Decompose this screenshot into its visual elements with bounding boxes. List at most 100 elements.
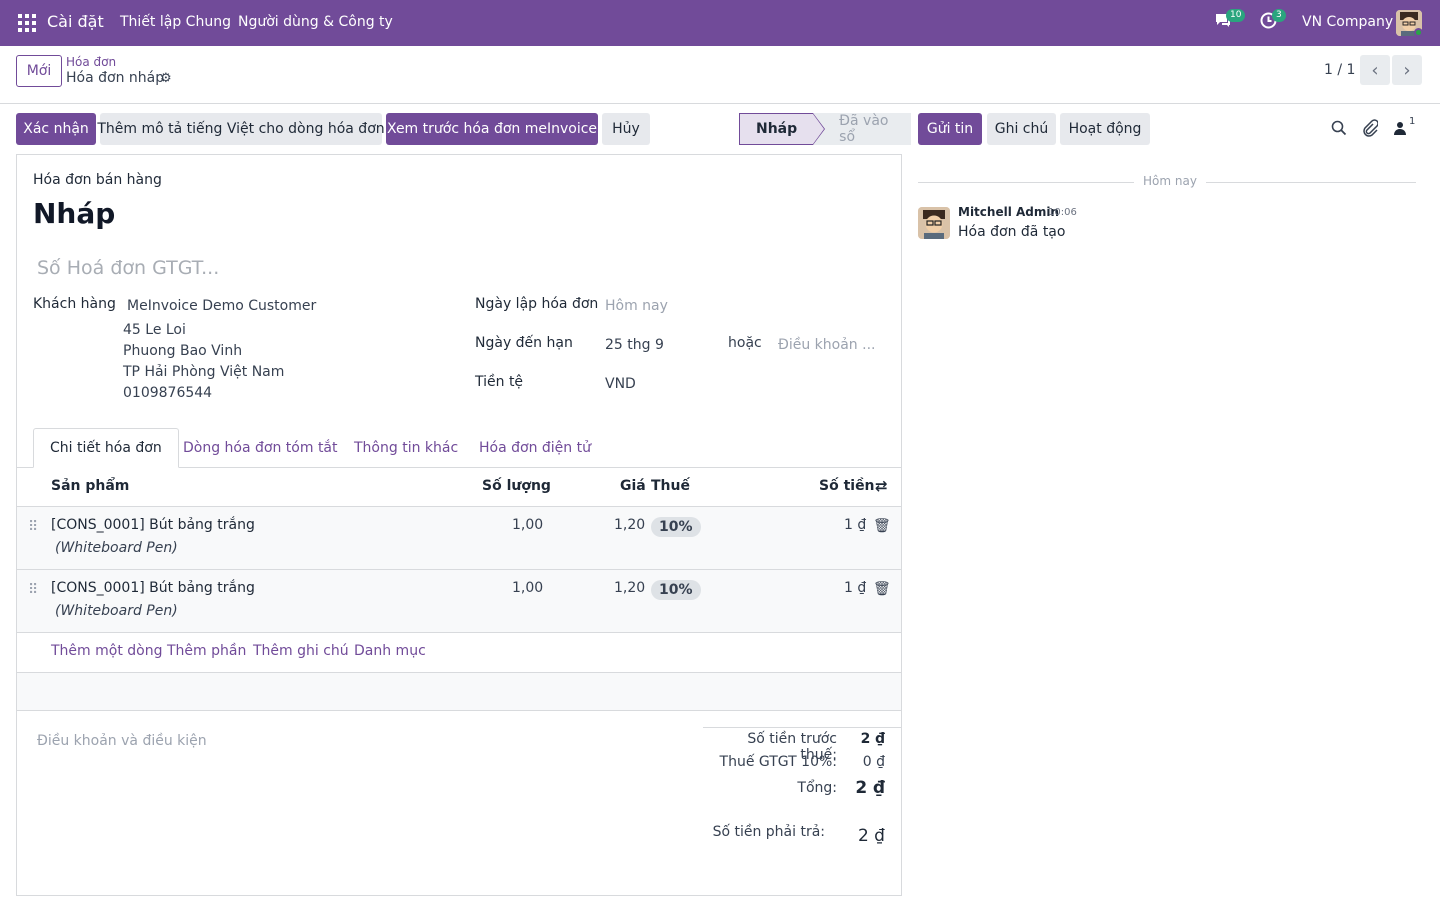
followers-count: 1 [1409,116,1416,127]
pager-next-button[interactable]: › [1392,55,1422,85]
menu-general-settings[interactable]: Thiết lập Chung [120,14,231,30]
notebook-tabs: Chi tiết hóa đơn Dòng hóa đơn tóm tắt Th… [17,428,901,468]
empty-row [17,673,901,711]
table-row[interactable]: ⠿ [CONS_0001] Bút bảng trắng (Whiteboard… [17,507,901,570]
amount-due-value: 2 ₫ [857,826,885,846]
message-body: Hóa đơn đã tạo [958,224,1066,240]
apps-menu-icon[interactable] [18,14,36,32]
totals-divider [703,727,901,728]
add-line-link[interactable]: Thêm một dòng [51,643,162,659]
activities-count-badge: 3 [1272,9,1286,22]
message-time: 10:06 [1048,207,1077,218]
invoice-date-input[interactable]: Hôm nay [605,298,668,314]
breadcrumb-parent[interactable]: Hóa đơn [66,55,116,69]
send-message-button[interactable]: Gửi tin [918,113,982,145]
drag-handle-icon[interactable]: ⠿ [28,582,38,598]
col-product[interactable]: Sản phẩm [51,478,129,494]
line-tax-badge[interactable]: 10% [651,580,701,600]
control-panel: Mới Hóa đơn Hóa đơn nháp ⚙ 1 / 1 ‹ › [0,46,1440,104]
document-type: Hóa đơn bán hàng [33,172,162,188]
company-switcher[interactable]: VN Company [1302,14,1393,30]
line-product[interactable]: [CONS_0001] Bút bảng trắng [51,517,255,533]
cancel-button[interactable]: Hủy [602,113,650,145]
status-bar: Nháp Đã vào sổ [739,113,912,145]
pager-value[interactable]: 1 / 1 [1324,62,1355,78]
table-row[interactable]: ⠿ [CONS_0001] Bút bảng trắng (Whiteboard… [17,570,901,633]
top-navbar: Cài đặt Thiết lập Chung Người dùng & Côn… [0,0,1440,46]
invoice-form-sheet: Hóa đơn bán hàng Nháp Số Hoá đơn GTGT...… [16,154,902,896]
preview-meinvoice-button[interactable]: Xem trước hóa đơn meInvoice [386,113,598,145]
catalog-link[interactable]: Danh mục [354,643,426,659]
gear-icon[interactable]: ⚙ [160,71,172,86]
vat-value: 0 ₫ [862,754,885,770]
line-amount: 1 ₫ [844,580,867,596]
customer-address-line2: Phuong Bao Vinh [123,343,243,359]
online-status-dot [1414,28,1423,37]
message-author-avatar[interactable] [918,207,950,239]
messages-count-badge: 10 [1226,9,1246,22]
col-quantity[interactable]: Số lượng [482,478,551,494]
customer-field[interactable]: MeInvoice Demo Customer [127,298,316,314]
new-button[interactable]: Mới [16,55,62,87]
followers-button[interactable]: 1 [1394,116,1415,139]
line-description[interactable]: (Whiteboard Pen) [55,603,178,619]
line-product[interactable]: [CONS_0001] Bút bảng trắng [51,580,255,596]
line-tax-badge[interactable]: 10% [651,517,701,537]
tab-invoice-lines[interactable]: Chi tiết hóa đơn [33,428,179,468]
line-quantity[interactable]: 1,00 [512,517,543,533]
chevron-left-icon: ‹ [1371,59,1379,81]
customer-label: Khách hàng [33,296,116,312]
col-price[interactable]: Giá [620,478,646,494]
status-posted[interactable]: Đã vào sổ [813,113,912,145]
total-label: Tổng: [797,780,837,796]
add-line-links: Thêm một dòng Thêm phần Thêm ghi chú Dan… [17,633,901,673]
currency-label: Tiền tệ [475,374,524,390]
status-posted-label: Đã vào sổ [839,113,889,145]
untaxed-amount-value: 2 ₫ [860,731,885,747]
col-amount[interactable]: Số tiền [819,478,875,494]
line-amount: 1 ₫ [844,517,867,533]
drag-handle-icon[interactable]: ⠿ [28,519,38,535]
customer-address-line1: 45 Le Loi [123,322,186,338]
activities-button[interactable]: Hoạt động [1060,113,1150,145]
chevron-right-icon: › [1403,59,1411,81]
terms-conditions-input[interactable]: Điều khoản và điều kiện [37,733,207,749]
line-quantity[interactable]: 1,00 [512,580,543,596]
invoice-number-input[interactable]: Số Hoá đơn GTGT... [37,257,219,279]
pager-previous-button[interactable]: ‹ [1360,55,1390,85]
breadcrumb-current: Hóa đơn nháp [66,70,165,86]
line-price[interactable]: 1,20 [614,580,645,596]
tab-summary-lines[interactable]: Dòng hóa đơn tóm tắt [167,428,354,468]
payment-terms-input[interactable]: Điều khoản ... [778,337,875,353]
invoice-title: Nháp [33,197,116,230]
log-note-button[interactable]: Ghi chú [987,113,1056,145]
add-section-link[interactable]: Thêm phần [167,643,246,659]
add-note-link[interactable]: Thêm ghi chú [253,643,349,659]
add-vn-description-button[interactable]: Thêm mô tả tiếng Việt cho dòng hóa đơn [97,113,385,145]
currency-field[interactable]: VND [605,376,636,392]
confirm-button[interactable]: Xác nhận [16,113,96,145]
amount-due-label: Số tiền phải trả: [712,824,825,840]
tab-e-invoice[interactable]: Hóa đơn điện tử [463,428,607,468]
status-draft[interactable]: Nháp [739,113,826,145]
total-value: 2 ₫ [855,778,885,798]
message-author[interactable]: Mitchell Admin [958,205,1059,219]
messaging-menu[interactable]: 10 [1214,9,1246,32]
line-price[interactable]: 1,20 [614,517,645,533]
paperclip-icon[interactable] [1362,119,1379,141]
activity-menu[interactable]: 3 [1260,9,1286,33]
due-date-input[interactable]: 25 thg 9 [605,337,664,353]
or-label: hoặc [728,335,762,351]
trash-icon[interactable]: 🗑 [873,581,891,597]
col-tax[interactable]: Thuế [651,478,690,494]
customer-phone: 0109876544 [123,385,213,401]
search-icon[interactable] [1331,120,1347,140]
vat-label: Thuế GTGT 10%: [719,754,837,770]
tab-other-info[interactable]: Thông tin khác [338,428,474,468]
menu-users-companies[interactable]: Người dùng & Công ty [238,14,393,30]
line-description[interactable]: (Whiteboard Pen) [55,540,178,556]
trash-icon[interactable]: 🗑 [873,518,891,534]
app-brand[interactable]: Cài đặt [47,12,104,31]
due-date-label: Ngày đến hạn [475,335,573,351]
optional-columns-icon[interactable]: ⇄ [875,477,888,495]
